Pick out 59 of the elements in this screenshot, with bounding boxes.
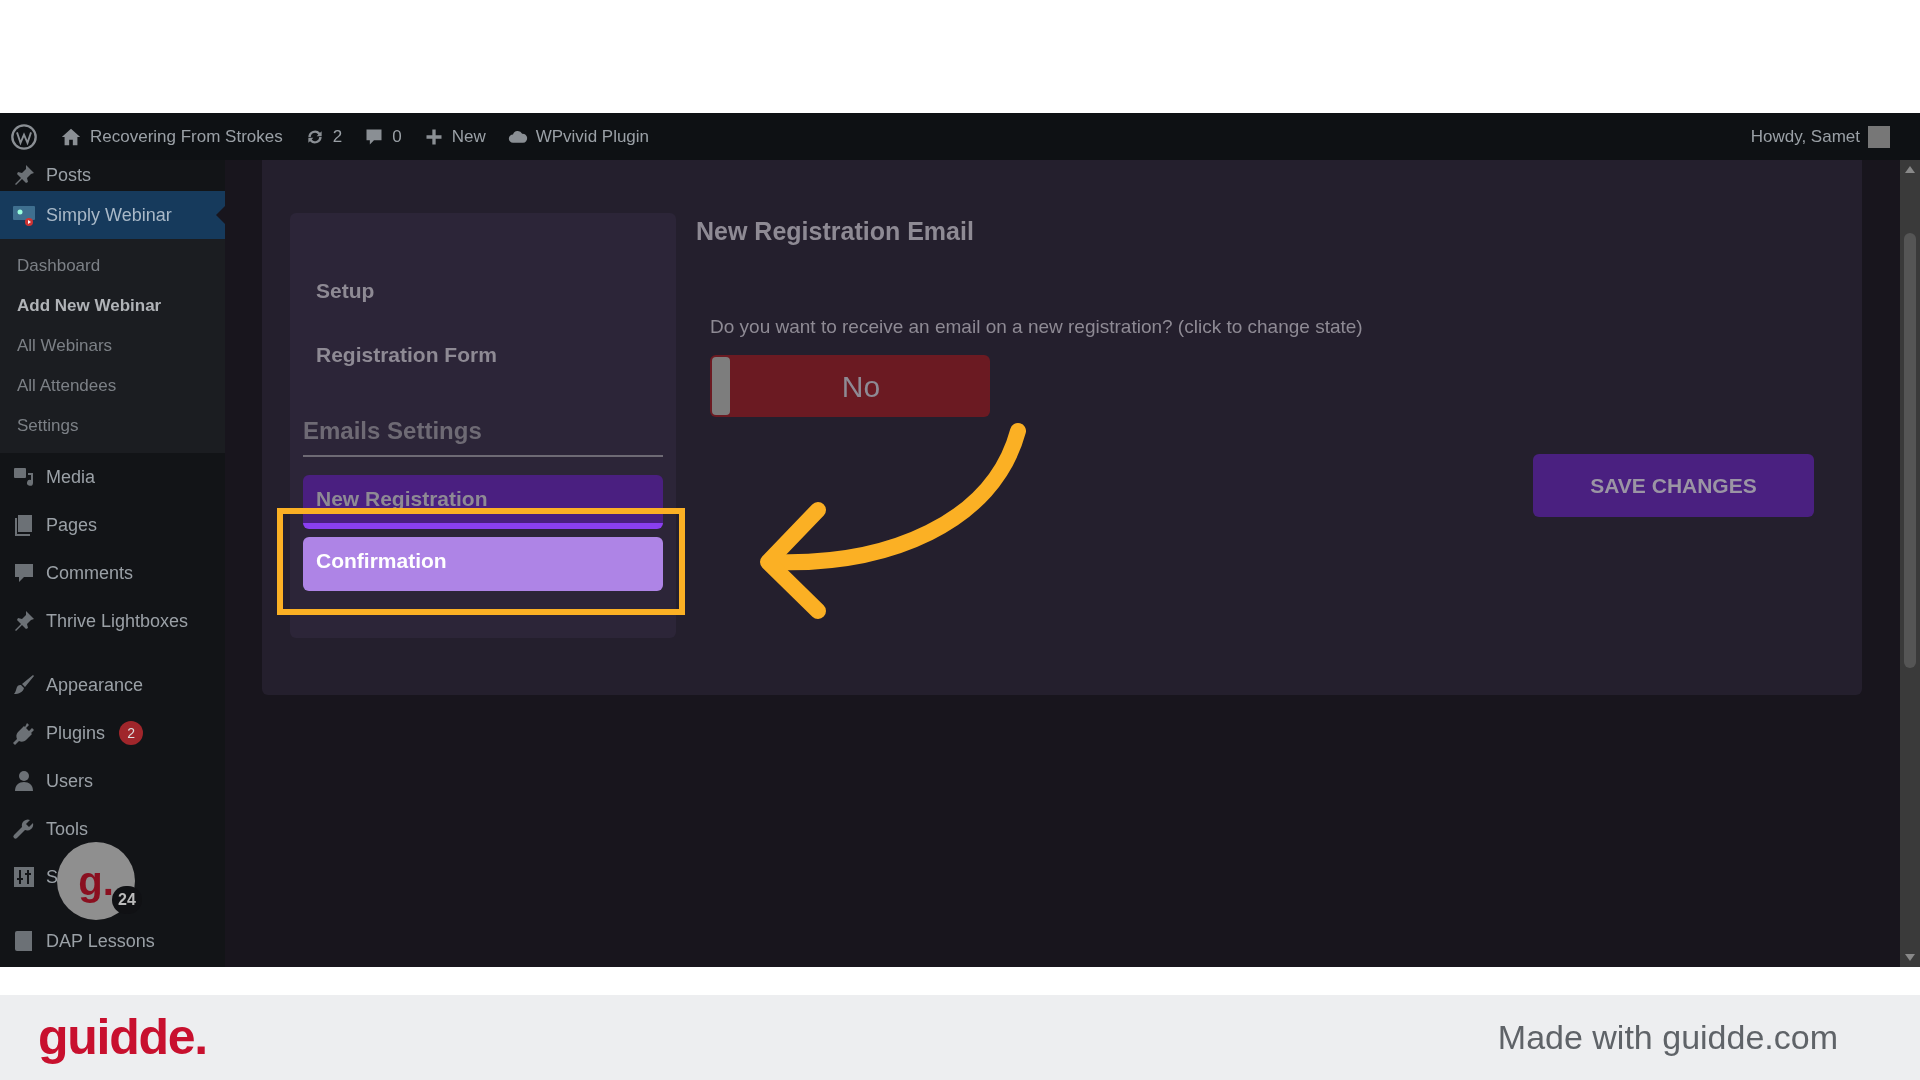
admin-bar-link[interactable]: 2 xyxy=(304,123,343,150)
sidebar-item[interactable]: DAP Lessons xyxy=(0,917,157,965)
user-icon xyxy=(12,769,36,793)
sidebar-label: Tools xyxy=(46,819,89,839)
sidebar-label: Comments xyxy=(46,563,134,583)
admin-bar-link[interactable]: Recovering From Strokes xyxy=(60,123,283,150)
sidebar-item[interactable]: Pages xyxy=(0,501,100,549)
sidebar-item[interactable]: Simply Webinar xyxy=(0,191,225,239)
paintbrush-icon xyxy=(12,673,36,697)
sidebar-item[interactable]: Plugins 2 xyxy=(0,709,146,757)
scroll-down-icon[interactable] xyxy=(1905,954,1915,961)
sidebar-label: Thrive Lightboxes xyxy=(46,611,189,631)
sidebar-label: S xyxy=(46,867,58,887)
admin-bar-link[interactable]: WPvivid Plugin xyxy=(507,123,650,150)
wordpress-logo-icon xyxy=(10,122,38,151)
avatar-icon xyxy=(1868,125,1890,148)
sidebar-item[interactable]: Media xyxy=(0,453,98,501)
sidebar-label: Pages xyxy=(46,515,98,535)
sidebar-item[interactable]: Comments xyxy=(0,549,136,597)
sidebar-label: Plugins xyxy=(46,723,106,743)
sidebar-item[interactable]: Posts xyxy=(0,160,94,191)
sidebar-item[interactable]: Thrive Lightboxes xyxy=(0,597,191,645)
comment-icon xyxy=(12,561,36,585)
scrollbar[interactable] xyxy=(1900,160,1920,967)
question-text: Do you want to receive an email on a new registration? (click to change state) xyxy=(710,314,1364,339)
count-badge: 2 xyxy=(119,721,144,745)
account-menu[interactable]: Howdy, Samet xyxy=(1750,123,1890,150)
sidebar-label: Users xyxy=(46,771,93,791)
submenu-item[interactable]: All Attendees xyxy=(0,366,225,406)
sidebar-item[interactable]: Appearance xyxy=(0,661,146,709)
media-icon xyxy=(12,465,36,489)
admin-bar-link[interactable]: New xyxy=(423,123,486,150)
sidebar-label: Posts xyxy=(46,164,92,185)
webinar-icon xyxy=(12,203,36,227)
scroll-up-icon[interactable] xyxy=(1905,166,1915,173)
submenu-item[interactable]: All Webinars xyxy=(0,326,225,366)
guidde-logo: guidde. xyxy=(38,1008,207,1067)
admin-bar-link[interactable]: 0 xyxy=(364,123,402,150)
sidebar-item[interactable]: Users xyxy=(0,757,95,805)
submenu-item[interactable]: Add New Webinar xyxy=(0,286,225,326)
submenu-item[interactable]: Settings xyxy=(0,406,225,446)
credit-text: Made with guidde.com xyxy=(1497,1017,1838,1058)
sidebar-label: Simply Webinar xyxy=(46,205,172,225)
sidebar-item[interactable]: S xyxy=(0,853,60,901)
wrench-icon xyxy=(12,817,36,841)
scrollbar-thumb[interactable] xyxy=(1904,233,1916,668)
sidebar-label: Appearance xyxy=(46,675,144,695)
section-heading: Emails Settings xyxy=(303,413,663,457)
sidebar-label: Media xyxy=(46,467,96,487)
panel-title: New Registration Email xyxy=(696,216,975,247)
plug-icon xyxy=(12,721,36,745)
sidebar-label: DAP Lessons xyxy=(46,931,155,951)
save-changes-button[interactable]: SAVE CHANGES xyxy=(1533,454,1814,517)
nav-link[interactable]: Setup xyxy=(303,259,663,323)
submenu-item[interactable]: Dashboard xyxy=(0,246,225,286)
nav-link[interactable]: Registration Form xyxy=(303,323,663,387)
toggle-label: No xyxy=(840,368,882,405)
toggle-knob xyxy=(712,357,730,415)
sliders-icon xyxy=(12,865,36,889)
